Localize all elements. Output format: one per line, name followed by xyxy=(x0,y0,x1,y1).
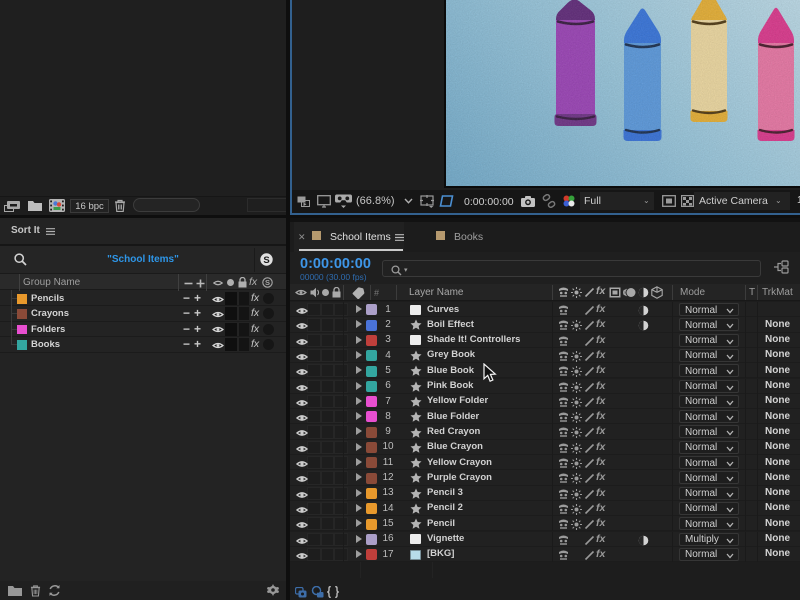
svg-text:S: S xyxy=(265,278,270,287)
svg-text:S: S xyxy=(263,254,269,265)
